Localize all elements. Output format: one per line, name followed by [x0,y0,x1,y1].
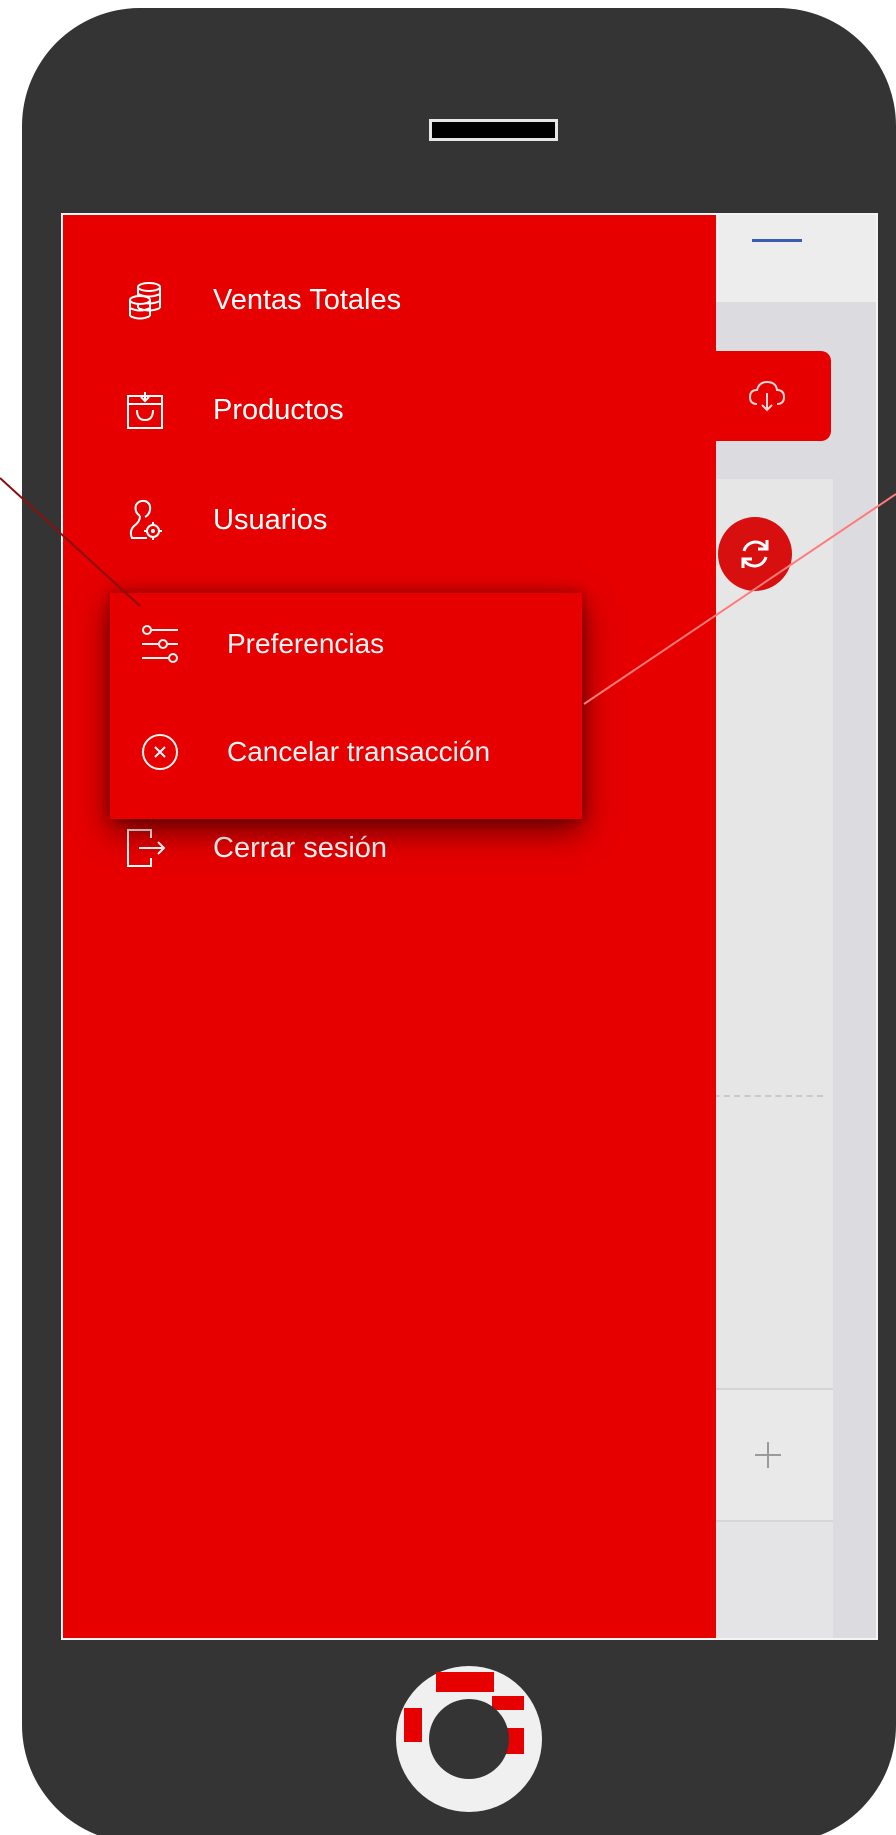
home-button-center [429,1699,509,1779]
drawer-item-label: Cancelar transacción [227,736,491,767]
sync-button[interactable] [718,517,792,591]
sync-icon [741,540,769,568]
menu-icon[interactable] [752,239,802,242]
mockup-stage: Ventas Totales Productos Usuarios Cerrar… [0,0,896,1835]
drawer-item-productos[interactable]: Productos [123,375,344,445]
drawer-item-cerrar-sesion[interactable]: Cerrar sesión [123,813,387,883]
divider [703,1095,823,1097]
drawer-item-label: Ventas Totales [213,283,402,316]
drawer-item-ventas-totales[interactable]: Ventas Totales [123,265,401,335]
drawer-item-label: Cerrar sesión [213,831,388,864]
cloud-download-icon [748,380,786,412]
drawer-item-usuarios[interactable]: Usuarios [123,485,327,555]
drawer-item-label: Usuarios [213,503,328,536]
cancel-circle-icon [142,734,178,770]
drawer-item-label: Preferencias [227,628,385,659]
highlighted-menu-group: Preferencias Cancelar transacción [110,593,582,819]
home-button[interactable] [396,1666,542,1812]
logout-icon [127,829,166,867]
phone-speaker [429,119,558,141]
user-settings-icon [129,499,162,540]
drawer-item-preferencias[interactable]: Preferencias [138,609,384,679]
navigation-drawer: Ventas Totales Productos Usuarios Cerrar… [63,215,716,1638]
shopping-bag-icon [127,392,163,429]
plus-icon[interactable] [753,1440,783,1470]
drawer-item-cancelar-transaccion[interactable]: Cancelar transacción [138,717,490,787]
sliders-icon [142,625,178,663]
drawer-item-label: Productos [213,393,344,426]
phone-screen: Ventas Totales Productos Usuarios Cerrar… [61,213,878,1640]
coins-icon [129,282,161,320]
